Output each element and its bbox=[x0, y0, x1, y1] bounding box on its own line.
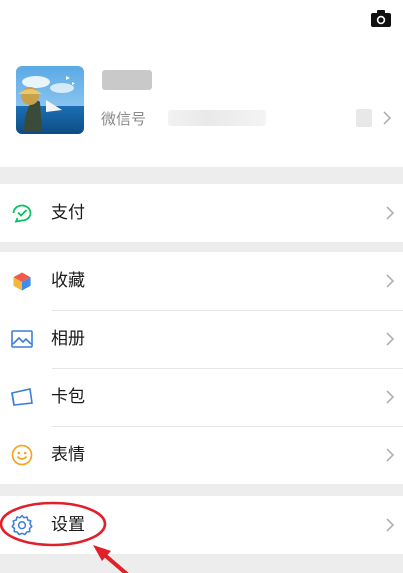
avatar-image bbox=[16, 66, 84, 134]
smile-icon bbox=[11, 444, 33, 466]
gear-icon bbox=[11, 514, 33, 536]
menu-item-label: 支付 bbox=[51, 203, 85, 223]
menu-item-label: 收藏 bbox=[51, 271, 85, 291]
chevron-right-icon bbox=[386, 518, 395, 532]
menu-item-label: 卡包 bbox=[51, 387, 85, 407]
card-icon bbox=[11, 388, 33, 406]
profile-header[interactable]: 微信号 bbox=[0, 0, 403, 167]
qr-code-icon[interactable] bbox=[356, 109, 372, 127]
menu-group-settings: 设置 bbox=[0, 496, 403, 554]
chevron-right-icon bbox=[386, 448, 395, 462]
menu-item-label: 相册 bbox=[51, 329, 85, 349]
avatar[interactable] bbox=[16, 66, 84, 134]
nickname-redacted bbox=[102, 70, 152, 90]
wechat-id-redacted bbox=[168, 110, 266, 126]
menu-group-tools: 收藏 相册 卡包 表情 bbox=[0, 252, 403, 484]
menu-item-stickers[interactable]: 表情 bbox=[0, 426, 403, 484]
chevron-right-icon bbox=[386, 206, 395, 220]
cube-icon bbox=[12, 271, 32, 292]
chevron-right-icon bbox=[386, 332, 395, 346]
wallet-check-icon bbox=[12, 204, 32, 223]
camera-icon[interactable] bbox=[370, 8, 392, 28]
chevron-right-icon bbox=[386, 390, 395, 404]
image-icon bbox=[11, 330, 33, 348]
menu-item-cards[interactable]: 卡包 bbox=[0, 368, 403, 426]
menu-item-settings[interactable]: 设置 bbox=[0, 496, 403, 554]
wechat-id-label: 微信号 bbox=[101, 110, 147, 128]
menu-item-pay[interactable]: 支付 bbox=[0, 184, 403, 242]
chevron-right-icon bbox=[383, 111, 392, 125]
menu-item-album[interactable]: 相册 bbox=[0, 310, 403, 368]
menu-item-label: 设置 bbox=[51, 515, 85, 535]
arrow-shaft bbox=[98, 549, 129, 573]
menu-item-favorites[interactable]: 收藏 bbox=[0, 252, 403, 310]
chevron-right-icon bbox=[386, 274, 395, 288]
menu-item-label: 表情 bbox=[51, 445, 85, 465]
menu-group-pay: 支付 bbox=[0, 184, 403, 242]
